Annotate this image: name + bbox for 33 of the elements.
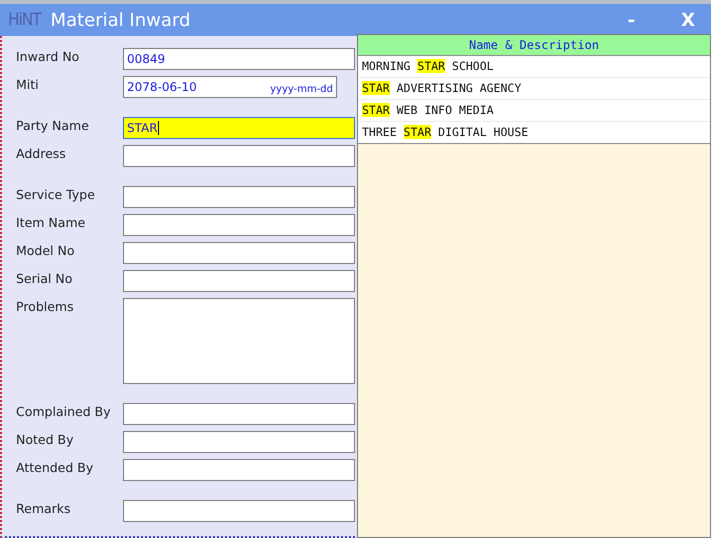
column-header: Name & Description: [358, 35, 710, 56]
field-label: Remarks: [16, 500, 72, 518]
field-label: Item Name: [16, 214, 86, 232]
input-field[interactable]: STAR: [123, 117, 355, 139]
field-label: Miti: [16, 76, 40, 94]
app-logo: HiNT: [8, 10, 41, 30]
input-field[interactable]: [123, 145, 355, 167]
field-label: Complained By: [16, 403, 112, 421]
lookup-item[interactable]: STAR WEB INFO MEDIA: [358, 100, 710, 122]
input-field[interactable]: [123, 242, 355, 264]
field-label: Attended By: [16, 459, 94, 477]
window-title: Material Inward: [50, 10, 190, 30]
lookup-item[interactable]: STAR ADVERTISING AGENCY: [358, 78, 710, 100]
input-field[interactable]: 00849: [123, 48, 355, 70]
field-label: Address: [16, 145, 67, 163]
input-field[interactable]: [123, 214, 355, 236]
format-hint: yyyy-mm-dd: [270, 84, 333, 95]
text-area[interactable]: [123, 298, 355, 384]
date-field[interactable]: 2078-06-10 yyyy-mm-dd: [123, 76, 337, 98]
lookup-item[interactable]: MORNING STAR SCHOOL: [358, 56, 710, 78]
field-label: Service Type: [16, 186, 96, 204]
field-label: Problems: [16, 298, 75, 316]
field-label: Inward No: [16, 48, 80, 66]
field-label: Serial No: [16, 270, 74, 288]
input-field[interactable]: [123, 186, 355, 208]
input-field[interactable]: [123, 500, 355, 522]
input-field[interactable]: [123, 403, 355, 425]
field-label: Model No: [16, 242, 76, 260]
input-field[interactable]: [123, 459, 355, 481]
field-label: Noted By: [16, 431, 74, 449]
input-field[interactable]: [123, 431, 355, 453]
input-field[interactable]: [123, 270, 355, 292]
field-label: Party Name: [16, 117, 90, 135]
